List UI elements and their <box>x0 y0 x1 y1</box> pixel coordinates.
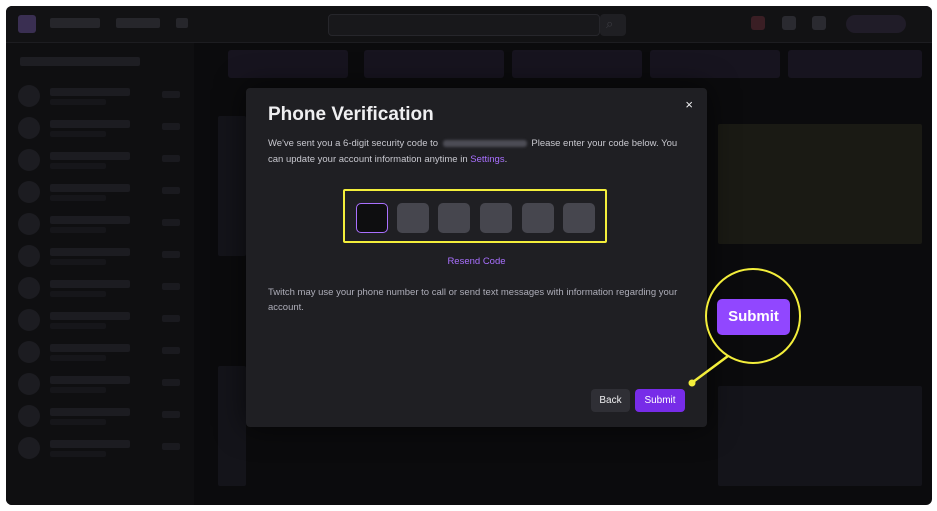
code-digit-input-5[interactable] <box>522 203 554 233</box>
nav-following[interactable] <box>50 18 100 28</box>
sidebar-channel[interactable] <box>18 83 186 111</box>
submit-button[interactable]: Submit <box>635 389 685 412</box>
category-tile[interactable] <box>364 50 504 78</box>
resend-code-link[interactable]: Resend Code <box>246 256 707 267</box>
back-button[interactable]: Back <box>591 389 630 412</box>
sidebar-channel[interactable] <box>18 403 186 431</box>
search-icon: ⌕ <box>606 16 614 31</box>
sidebar-channel[interactable] <box>18 435 186 463</box>
stream-thumbnail[interactable] <box>218 366 246 486</box>
modal-title: Phone Verification <box>268 104 434 125</box>
stream-thumbnail[interactable] <box>718 386 922 486</box>
code-digit-input-6[interactable] <box>563 203 595 233</box>
category-bar <box>228 50 928 78</box>
desc-text-end: . <box>504 154 508 165</box>
code-digit-input-4[interactable] <box>480 203 512 233</box>
prime-icon[interactable] <box>751 16 765 30</box>
sidebar-channel[interactable] <box>18 371 186 399</box>
sidebar-header <box>20 57 140 66</box>
left-sidebar <box>6 43 194 505</box>
user-menu-button[interactable] <box>846 15 906 33</box>
search-button[interactable]: ⌕ <box>600 14 626 36</box>
sidebar-channel[interactable] <box>18 307 186 335</box>
sidebar-channel[interactable] <box>18 339 186 367</box>
code-digit-input-2[interactable] <box>397 203 429 233</box>
sidebar-channel[interactable] <box>18 243 186 271</box>
category-tile[interactable] <box>788 50 922 78</box>
code-digit-input-1[interactable] <box>356 203 388 233</box>
whispers-icon[interactable] <box>812 16 826 30</box>
notifications-icon[interactable] <box>782 16 796 30</box>
twitch-logo-icon[interactable] <box>18 15 36 33</box>
code-digit-input-3[interactable] <box>438 203 470 233</box>
nav-browse[interactable] <box>116 18 160 28</box>
desc-text-start: We've sent you a 6-digit security code t… <box>268 138 439 149</box>
sidebar-channel[interactable] <box>18 211 186 239</box>
category-tile[interactable] <box>228 50 348 78</box>
redacted-phone-number <box>442 139 527 147</box>
stream-thumbnail[interactable] <box>218 116 246 256</box>
sidebar-channel[interactable] <box>18 147 186 175</box>
category-tile[interactable] <box>650 50 780 78</box>
settings-link[interactable]: Settings <box>470 154 504 165</box>
sidebar-channel[interactable] <box>18 275 186 303</box>
phone-usage-notice: Twitch may use your phone number to call… <box>268 287 678 313</box>
submit-button-zoomed: Submit <box>717 299 790 335</box>
sidebar-channel[interactable] <box>18 179 186 207</box>
sidebar-channel[interactable] <box>18 115 186 143</box>
modal-description: We've sent you a 6-digit security code t… <box>268 136 683 168</box>
close-icon[interactable]: × <box>685 98 693 111</box>
category-tile[interactable] <box>512 50 642 78</box>
nav-more-icon[interactable] <box>176 18 188 28</box>
search-input[interactable] <box>328 14 600 36</box>
phone-verification-modal: × Phone Verification We've sent you a 6-… <box>246 88 707 427</box>
stream-thumbnail[interactable] <box>718 124 922 244</box>
top-nav-bar: ⌕ <box>6 6 932 43</box>
